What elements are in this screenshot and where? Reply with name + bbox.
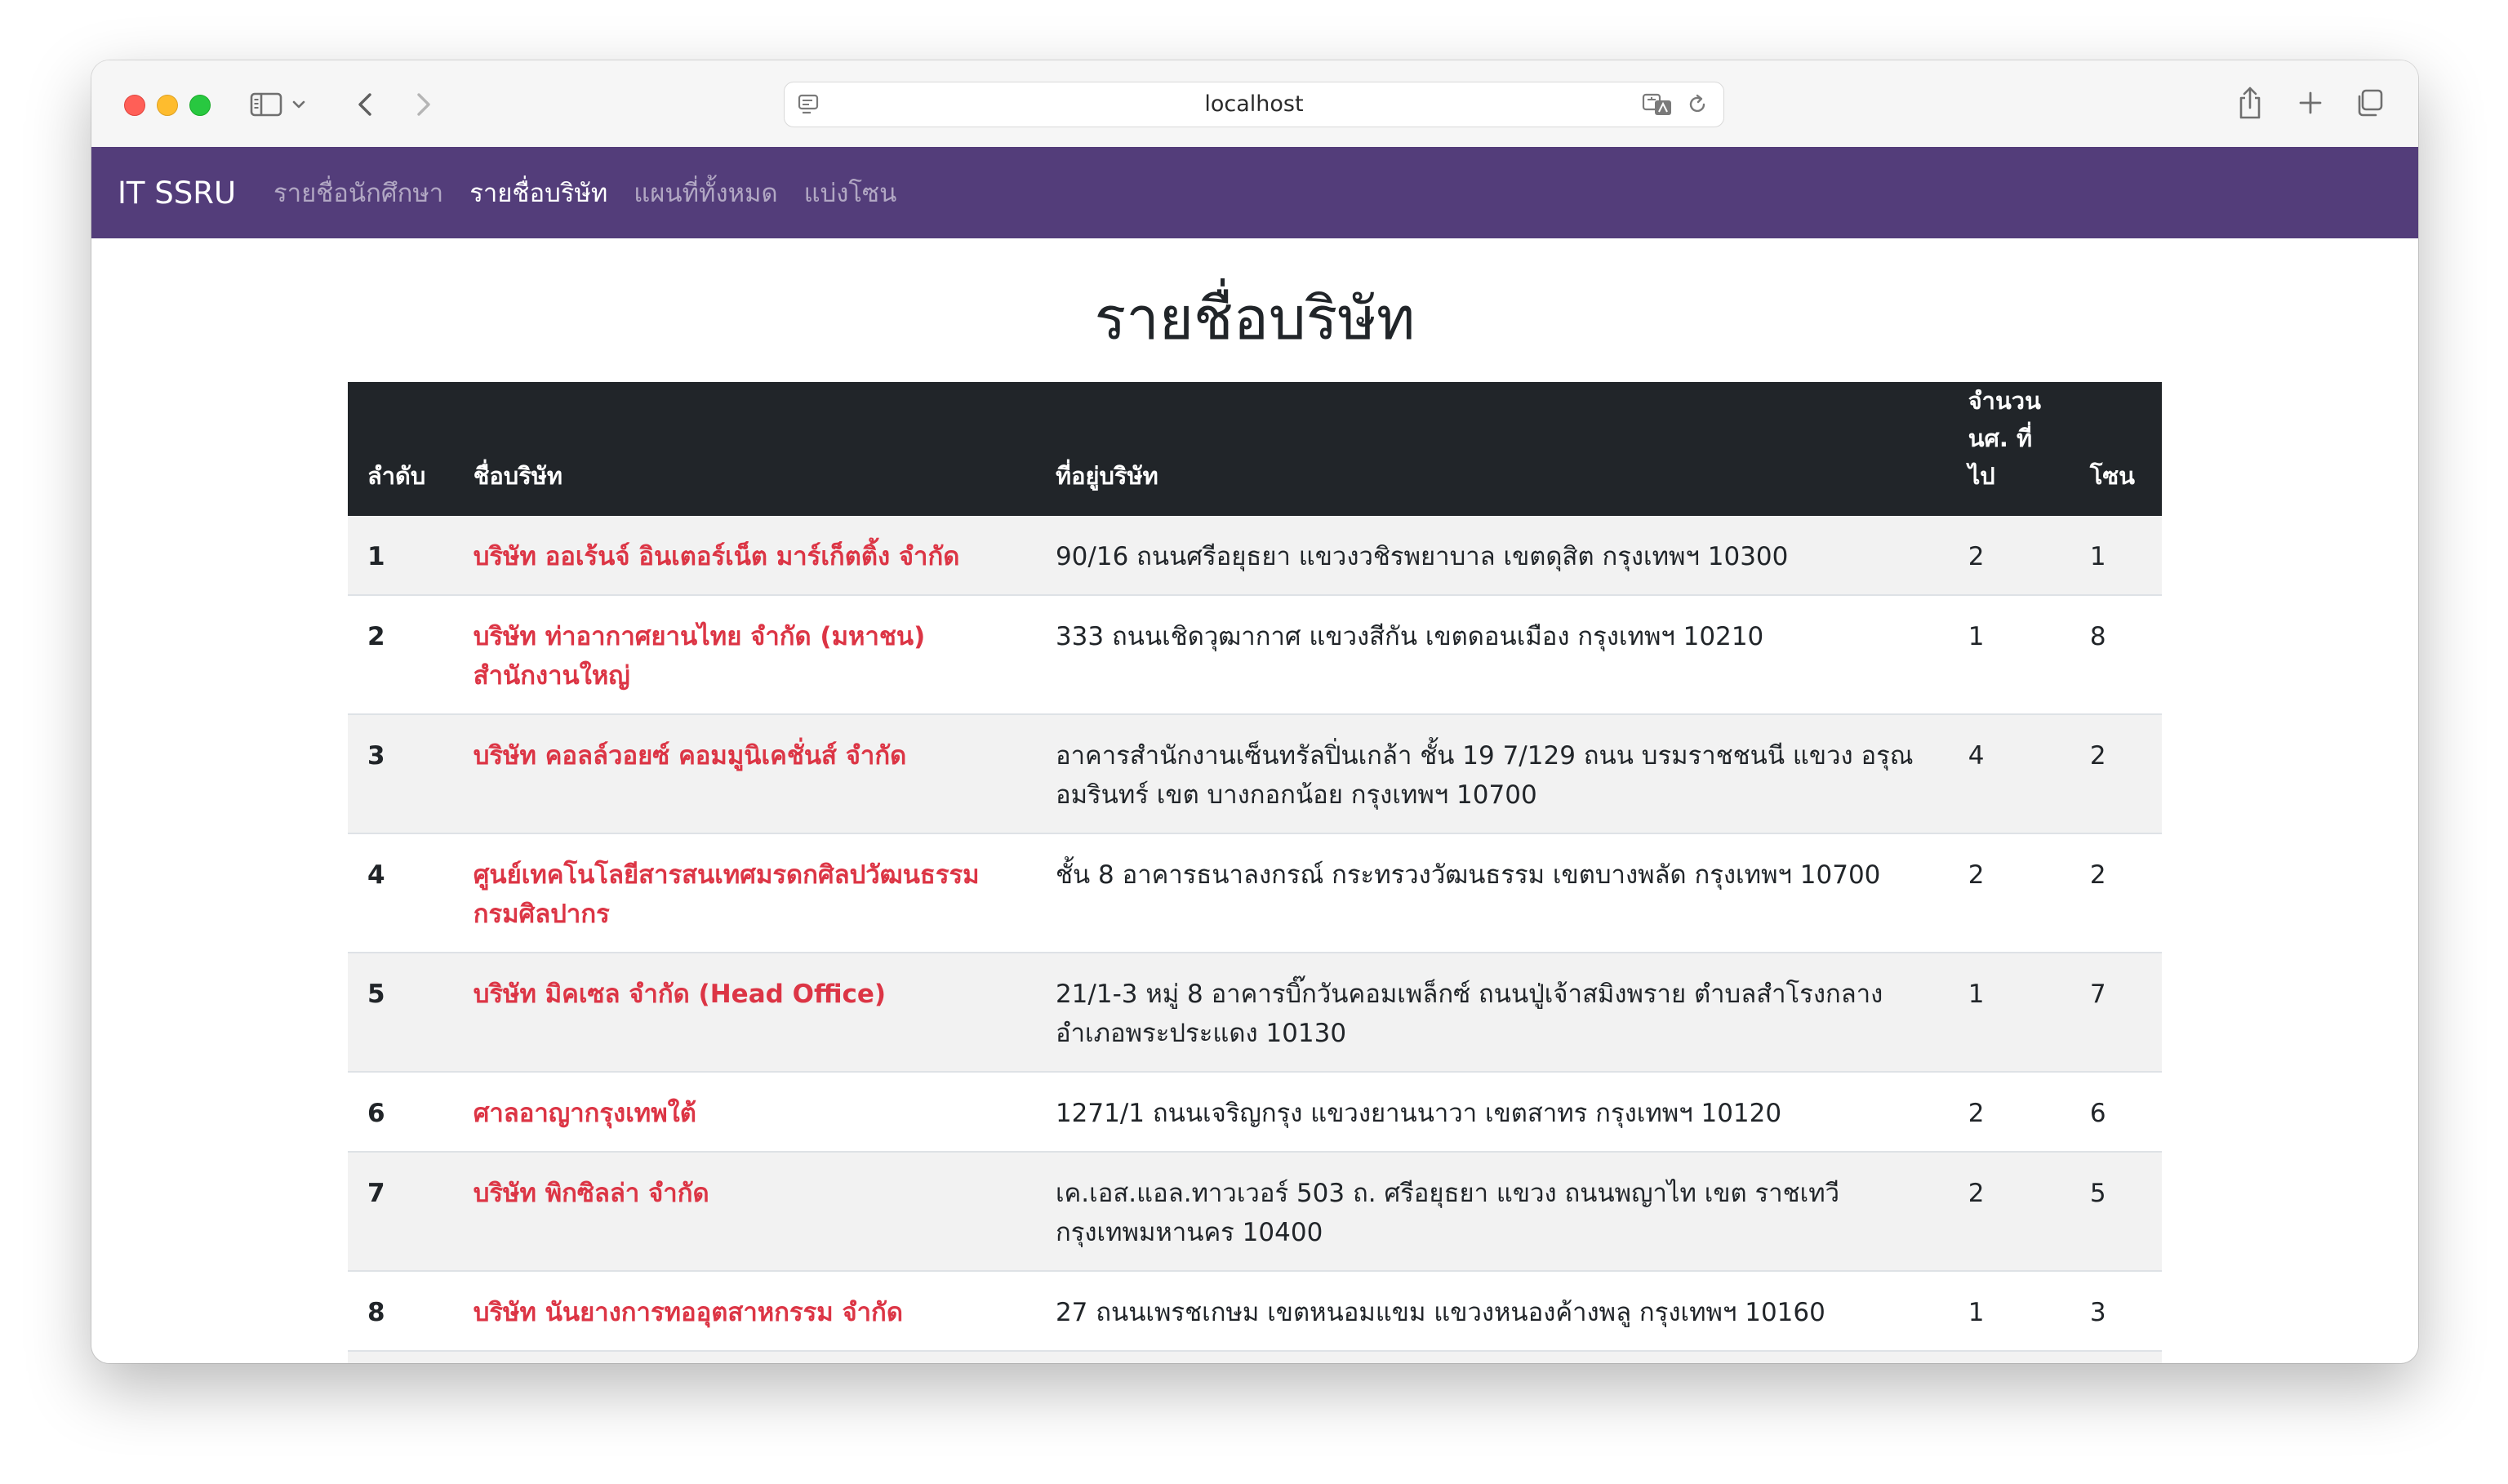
row-zone: 5 bbox=[2070, 1152, 2162, 1272]
nav-link-zones[interactable]: แบ่งโซน bbox=[804, 172, 897, 213]
row-zone: 1 bbox=[2070, 516, 2162, 596]
share-icon[interactable] bbox=[2234, 85, 2266, 121]
companies-table: ลำดับ ชื่อบริษัท ที่อยู่บริษัท จำนวนนศ. … bbox=[348, 382, 2162, 1363]
table-row: 6 ศาลอาญากรุงเทพใต้ 1271/1 ถนนเจริญกรุง … bbox=[348, 1072, 2162, 1153]
row-address: 90/16 ถนนศรีอยุธยา แขวงวชิรพยาบาล เขตดุส… bbox=[1035, 516, 1949, 596]
row-zone: 6 bbox=[2070, 1072, 2162, 1153]
window-minimize-button[interactable] bbox=[157, 95, 178, 116]
back-arrow-icon[interactable] bbox=[351, 88, 380, 121]
row-address: 333 ถนนเชิดวุฒากาศ แขวงสีกัน เขตดอนเมือง… bbox=[1035, 595, 1949, 715]
company-link[interactable]: บริษัท พิกซิลล่า จำกัด bbox=[474, 1179, 709, 1208]
url-text: localhost bbox=[1204, 91, 1304, 117]
chevron-down-icon[interactable] bbox=[289, 91, 309, 118]
row-student-count: 2 bbox=[1948, 1152, 2070, 1272]
row-index: 2 bbox=[348, 595, 454, 715]
row-index: 5 bbox=[348, 953, 454, 1073]
row-student-count: 1 bbox=[1948, 595, 2070, 715]
row-index: 4 bbox=[348, 833, 454, 953]
table-header-row: ลำดับ ชื่อบริษัท ที่อยู่บริษัท จำนวนนศ. … bbox=[348, 382, 2162, 516]
company-link[interactable]: ศาลอาญากรุงเทพใต้ bbox=[474, 1099, 696, 1128]
row-address: 1271/1 ถนนเจริญกรุง แขวงยานนาวา เขตสาทร … bbox=[1035, 1072, 1949, 1153]
table-row: 7 บริษัท พิกซิลล่า จำกัด เค.เอส.แอล.ทาวเ… bbox=[348, 1152, 2162, 1272]
page-title: รายชื่อบริษัท bbox=[1094, 284, 1416, 353]
header-address: ที่อยู่บริษัท bbox=[1035, 382, 1949, 516]
site-navbar: IT SSRU รายชื่อนักศึกษา รายชื่อบริษัท แผ… bbox=[91, 147, 2418, 238]
row-address: 27 ถนนเพรชเกษม เขตหนอมแขม แขวงหนองค้างพล… bbox=[1035, 1271, 1949, 1352]
company-link[interactable]: บริษัท ออเร้นจ์ อินเตอร์เน็ต มาร์เก็ตติ้… bbox=[474, 542, 960, 571]
browser-toolbar: localhost bbox=[91, 60, 2418, 148]
new-tab-icon[interactable] bbox=[2294, 87, 2327, 119]
navbar-brand[interactable]: IT SSRU bbox=[118, 176, 236, 211]
row-zone: 3 bbox=[2070, 1271, 2162, 1352]
table-row: 5 บริษัท มิคเซล จำกัด (Head Office) 21/1… bbox=[348, 953, 2162, 1073]
row-student-count: 2 bbox=[1948, 1072, 2070, 1153]
row-student-count: 2 bbox=[1948, 833, 2070, 953]
table-row: 3 บริษัท คอลล์วอยซ์ คอมมูนิเคชั่นส์ จำกั… bbox=[348, 714, 2162, 834]
company-link[interactable]: ศูนย์เทคโนโลยีสารสนเทศมรดกศิลปวัฒนธรรม ก… bbox=[474, 860, 980, 929]
table-row bbox=[348, 1351, 2162, 1363]
nav-link-students[interactable]: รายชื่อนักศึกษา bbox=[273, 172, 443, 213]
row-zone: 8 bbox=[2070, 595, 2162, 715]
sidebar-toggle-icon[interactable] bbox=[250, 91, 282, 118]
table-row: 1 บริษัท ออเร้นจ์ อินเตอร์เน็ต มาร์เก็ตต… bbox=[348, 516, 2162, 596]
reload-icon[interactable] bbox=[1686, 92, 1710, 117]
header-count-line1: จำนวน bbox=[1968, 387, 2041, 415]
nav-link-companies[interactable]: รายชื่อบริษัท bbox=[469, 172, 607, 213]
row-student-count: 1 bbox=[1948, 953, 2070, 1073]
row-zone: 2 bbox=[2070, 714, 2162, 834]
row-address: 21/1-3 หมู่ 8 อาคารบิ๊กวันคอมเพล็กซ์ ถนน… bbox=[1035, 953, 1949, 1073]
company-link[interactable]: บริษัท คอลล์วอยซ์ คอมมูนิเคชั่นส์ จำกัด bbox=[474, 741, 907, 771]
row-address: อาคารสำนักงานเซ็นทรัลปิ่นเกล้า ชั้น 19 7… bbox=[1035, 714, 1949, 834]
nav-link-map[interactable]: แผนที่ทั้งหมด bbox=[634, 172, 777, 213]
table-row: 2 บริษัท ท่าอากาศยานไทย จำกัด (มหาชน) สำ… bbox=[348, 595, 2162, 715]
translate-icon[interactable] bbox=[1642, 92, 1674, 117]
row-zone: 2 bbox=[2070, 833, 2162, 953]
tab-overview-icon[interactable] bbox=[2353, 87, 2386, 119]
company-link[interactable]: บริษัท ท่าอากาศยานไทย จำกัด (มหาชน) สำนั… bbox=[474, 622, 926, 691]
row-index: 8 bbox=[348, 1271, 454, 1352]
row-student-count: 2 bbox=[1948, 516, 2070, 596]
row-address: เค.เอส.แอล.ทาวเวอร์ 503 ถ. ศรีอยุธยา แขว… bbox=[1035, 1152, 1949, 1272]
row-index: 3 bbox=[348, 714, 454, 834]
header-zone: โซน bbox=[2070, 382, 2162, 516]
company-link[interactable]: บริษัท นันยางการทออุตสาหกรรม จำกัด bbox=[474, 1298, 903, 1327]
header-index: ลำดับ bbox=[348, 382, 454, 516]
row-address: ชั้น 8 อาคารธนาลงกรณ์ กระทรวงวัฒนธรรม เข… bbox=[1035, 833, 1949, 953]
window-close-button[interactable] bbox=[124, 95, 145, 116]
table-row: 8 บริษัท นันยางการทออุตสาหกรรม จำกัด 27 … bbox=[348, 1271, 2162, 1352]
company-link[interactable]: บริษัท มิคเซล จำกัด (Head Office) bbox=[474, 980, 886, 1009]
row-student-count: 4 bbox=[1948, 714, 2070, 834]
row-index: 1 bbox=[348, 516, 454, 596]
header-student-count: จำนวนนศ. ที่ไป bbox=[1948, 382, 2070, 516]
row-zone: 7 bbox=[2070, 953, 2162, 1073]
header-company-name: ชื่อบริษัท bbox=[453, 382, 1036, 516]
table-row: 4 ศูนย์เทคโนโลยีสารสนเทศมรดกศิลปวัฒนธรรม… bbox=[348, 833, 2162, 953]
header-count-line2: นศ. ที่ไป bbox=[1968, 424, 2033, 490]
browser-window: localhost IT SSRU รายชื่อนักศึกษา รายชื่… bbox=[91, 60, 2418, 1363]
page-content: รายชื่อบริษัท ลำดับ ชื่อบริษัท ที่อยู่บร… bbox=[91, 238, 2418, 1363]
row-index: 7 bbox=[348, 1152, 454, 1272]
forward-arrow-icon[interactable] bbox=[408, 88, 438, 121]
window-maximize-button[interactable] bbox=[189, 95, 211, 116]
row-student-count: 1 bbox=[1948, 1271, 2070, 1352]
address-bar[interactable]: localhost bbox=[784, 82, 1724, 127]
row-index: 6 bbox=[348, 1072, 454, 1153]
